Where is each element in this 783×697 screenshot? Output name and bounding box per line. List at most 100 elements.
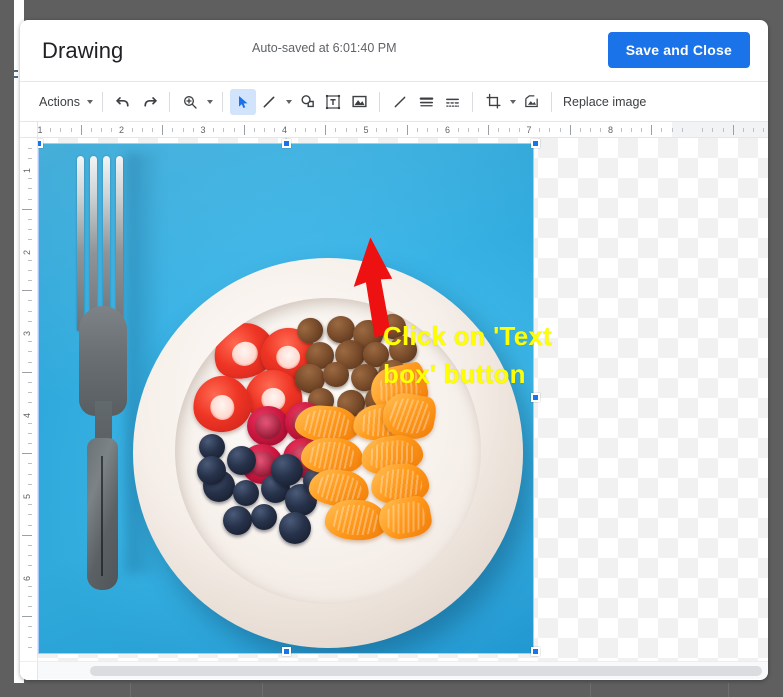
ruler-corner (20, 122, 38, 137)
drawing-canvas[interactable]: Click on 'Text box' button (38, 138, 768, 661)
ruler-mark-h: 4 (281, 125, 288, 135)
horizontal-scrollbar[interactable] (90, 666, 762, 676)
shape-icon[interactable] (294, 89, 320, 115)
vertical-ruler[interactable]: 1 2 3 4 5 6 (20, 138, 38, 661)
ruler-tick-v (28, 626, 32, 628)
zoom-dropdown[interactable] (203, 88, 215, 116)
ruler-tick-h (539, 128, 541, 132)
ruler-tick-h (101, 128, 103, 132)
image-object[interactable] (38, 143, 534, 654)
actions-menu[interactable]: Actions (36, 88, 95, 116)
ruler-tick-h (753, 128, 755, 132)
save-and-close-button[interactable]: Save and Close (607, 32, 750, 68)
blueberry (227, 446, 256, 475)
ruler-mark-v: 1 (22, 167, 32, 173)
ruler-tick-h (437, 128, 439, 132)
redo-icon[interactable] (136, 89, 162, 115)
select-icon[interactable] (230, 88, 256, 115)
crop-icon[interactable] (480, 89, 506, 115)
undo-icon[interactable] (110, 89, 136, 115)
bowl-graphic (133, 258, 523, 648)
toolbar: Actions Replace image (20, 82, 768, 122)
ruler-tick-v (28, 280, 32, 282)
ruler-tick-v (22, 616, 32, 618)
drawing-dialog: Drawing Auto-saved at 6:01:40 PM Save an… (20, 20, 768, 680)
chevron-down-icon (87, 99, 93, 104)
modal-overlay-bottom (0, 683, 783, 697)
text-box-icon[interactable] (320, 89, 346, 115)
ruler-tick-h (223, 128, 225, 132)
ruler-tick-h (559, 128, 561, 132)
chevron-down-icon (207, 99, 213, 104)
ruler-tick-h (763, 128, 765, 132)
ruler-tick-h (630, 128, 632, 132)
ruler-tick-h (60, 128, 62, 132)
fill-color-icon[interactable] (387, 89, 413, 115)
line-weight-icon[interactable] (413, 89, 439, 115)
line-dropdown[interactable] (282, 88, 294, 116)
ruler-tick-v (28, 269, 32, 271)
ruler-tick-v (28, 351, 32, 353)
ruler-tick-v (28, 443, 32, 445)
ruler-tick-v (22, 453, 32, 455)
mask-image-icon[interactable] (518, 89, 544, 115)
ruler-tick-h (233, 128, 235, 132)
ruler-tick-v (22, 290, 32, 292)
ruler-tick-v (28, 198, 32, 200)
ruler-tick-v (28, 483, 32, 485)
canvas-wrapper: 123456 Click on 'Text box' button (20, 138, 768, 661)
ruler-tick-h (406, 125, 408, 135)
toolbar-divider (472, 91, 473, 112)
autosave-status: Auto-saved at 6:01:40 PM (252, 41, 397, 55)
horizontal-ruler[interactable]: 1 2 3 4 5 6 7 8 (20, 122, 768, 138)
ruler-tick-v (28, 524, 32, 526)
blueberry (223, 506, 252, 535)
ruler-tick-h (620, 128, 622, 132)
ruler-tick-h (315, 128, 317, 132)
blueberry (271, 454, 303, 486)
ruler-tick-h (70, 128, 72, 132)
ruler-tick-h (478, 128, 480, 132)
fruit-bowl-photo (38, 143, 534, 654)
ruler-mark-h: 2 (118, 125, 125, 135)
line-icon[interactable] (256, 89, 282, 115)
modal-overlay-left (0, 0, 14, 697)
ruler-tick-v (28, 606, 32, 608)
zoom-icon[interactable] (177, 89, 203, 115)
image-icon[interactable] (346, 89, 372, 115)
ruler-tick-h (152, 128, 154, 132)
replace-image-button[interactable]: Replace image (559, 95, 646, 109)
ruler-tick-h (304, 128, 306, 132)
ruler-tick-v (28, 463, 32, 465)
actions-menu-label: Actions (39, 94, 80, 109)
ruler-tick-h (712, 128, 714, 132)
ruler-tick-v (28, 229, 32, 231)
toolbar-divider (222, 91, 223, 112)
ruler-tick-h (243, 125, 245, 135)
ruler-tick-h (742, 128, 744, 132)
chevron-down-icon (286, 99, 292, 104)
ruler-tick-v (22, 208, 32, 210)
caption-line-1: Click on 'Text (383, 321, 552, 351)
ruler-tick-h (355, 128, 357, 132)
crop-dropdown[interactable] (506, 88, 518, 116)
ruler-tick-h (131, 128, 133, 132)
ruler-mark-h: 1 (37, 125, 43, 135)
line-dash-icon[interactable] (439, 89, 465, 115)
ruler-tick-h (111, 128, 113, 132)
ruler-tick-v (28, 178, 32, 180)
blueberry (251, 504, 277, 530)
ruler-tick-v (28, 422, 32, 424)
toolbar-divider (102, 91, 103, 112)
ruler-tick-h (427, 128, 429, 132)
ruler-tick-v (28, 514, 32, 516)
ruler-tick-v (28, 432, 32, 434)
blueberry (233, 480, 259, 506)
scrollbar-thumb[interactable] (90, 666, 762, 676)
ruler-tick-h (681, 128, 683, 132)
ruler-tick-v (22, 371, 32, 373)
blueberry (279, 512, 311, 544)
ruler-tick-h (396, 128, 398, 132)
ruler-tick-h (722, 128, 724, 132)
ruler-tick-v (28, 320, 32, 322)
